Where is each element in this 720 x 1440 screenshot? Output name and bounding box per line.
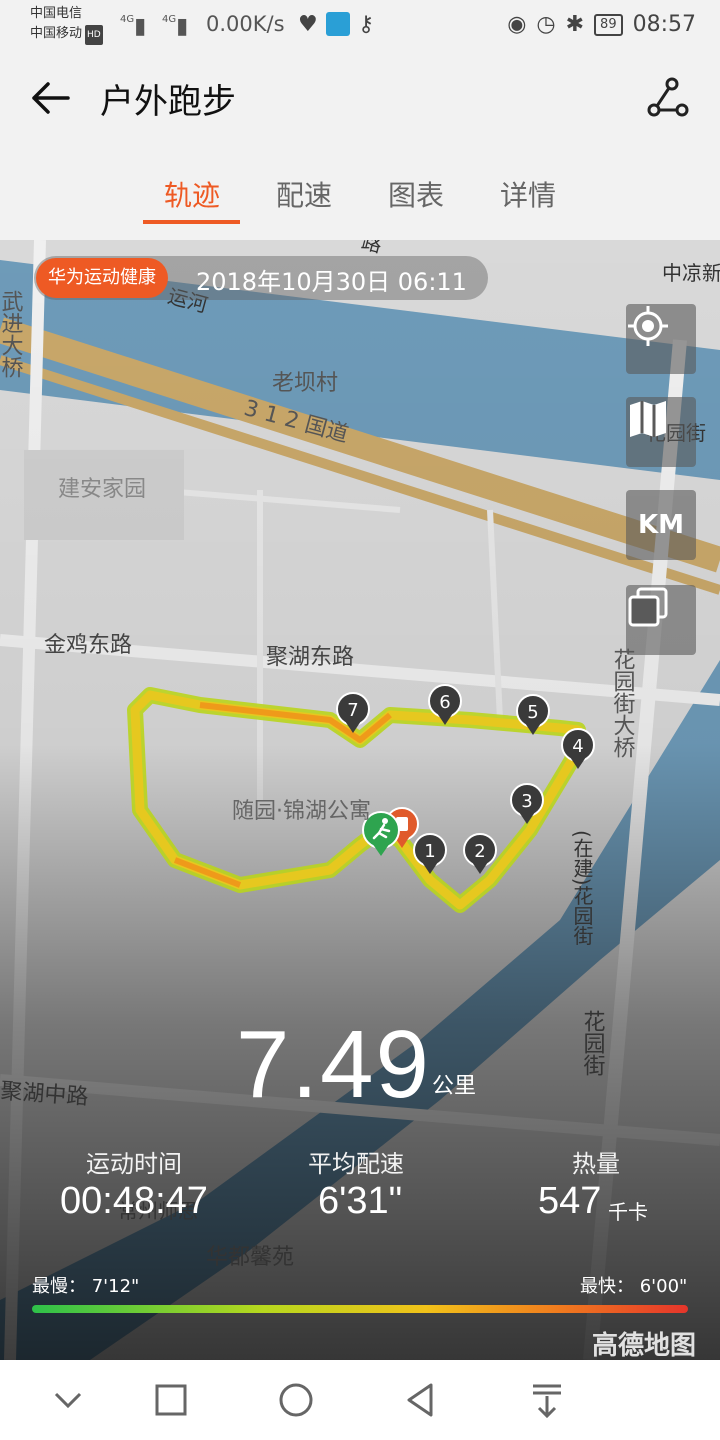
tab-pace[interactable]: 配速: [249, 174, 359, 214]
map-label: 聚湖东路: [266, 645, 354, 670]
battery-icon: 89: [594, 13, 623, 36]
layers-icon: [628, 587, 668, 627]
map-label: 中凉新 7期B: [662, 261, 720, 285]
duration-label: 运动时间: [86, 1150, 182, 1178]
system-nav-bar: [0, 1360, 720, 1440]
signal-icon: 4G▮: [120, 14, 147, 39]
carrier-1: 中国电信: [30, 6, 83, 21]
pace-label: 平均配速: [308, 1150, 404, 1178]
bluetooth-icon: ✱: [565, 12, 585, 37]
duration-value: 00:48:47: [60, 1180, 208, 1222]
svg-text:4: 4: [572, 736, 583, 757]
map-attribution: 高德地图: [592, 1331, 697, 1361]
tab-details[interactable]: 详情: [473, 174, 583, 214]
map-label: 武进大桥: [0, 290, 24, 378]
map-label: 花园街大桥: [610, 648, 636, 758]
slowest-pace: 最慢： 7'12": [32, 1272, 139, 1298]
app-header: 户外跑步: [0, 50, 720, 150]
map-icon: [630, 401, 666, 437]
map-type-button[interactable]: [626, 397, 696, 467]
network-speed: 0.00K/s: [206, 12, 285, 36]
back-arrow-icon[interactable]: [28, 76, 72, 120]
carrier-2: 中国移动: [30, 26, 83, 41]
km-toggle-button[interactable]: KM: [626, 490, 696, 560]
map-label: 华都馨苑: [206, 1245, 294, 1270]
svg-text:7: 7: [347, 700, 358, 721]
heart-icon: ♥: [298, 12, 318, 37]
slowest-label: 最慢：: [32, 1276, 86, 1297]
app-icon: [326, 12, 350, 36]
signal-icon: 4G▮: [162, 14, 189, 39]
map-label: 建安家园: [58, 477, 146, 502]
map-label: 随园·锦湖公寓: [232, 799, 371, 824]
locate-button[interactable]: [626, 304, 696, 374]
svg-text:2: 2: [474, 841, 485, 862]
back-icon[interactable]: [399, 1378, 443, 1422]
calorie-unit: 千卡: [608, 1200, 648, 1224]
carrier-info: 中国电信 中国移动 HD: [30, 4, 103, 45]
fastest-label: 最快：: [580, 1276, 634, 1297]
distance-unit: 公里: [432, 1074, 477, 1099]
status-right: ◉ ◷ ✱ 89 08:57: [507, 12, 696, 37]
svg-text:1: 1: [424, 841, 435, 862]
distance-value: 7.49: [236, 1011, 431, 1118]
route-icon[interactable]: [646, 76, 690, 120]
tab-track[interactable]: 轨迹: [137, 174, 247, 214]
slowest-value: 7'12": [91, 1276, 140, 1297]
svg-text:5: 5: [527, 702, 538, 723]
tab-chart[interactable]: 图表: [361, 174, 471, 214]
activity-datetime: 2018年10月30日 06:11: [196, 268, 467, 296]
map-label: 金鸡东路: [44, 633, 132, 658]
fastest-value: 6'00": [639, 1276, 688, 1297]
clock: 08:57: [632, 12, 696, 37]
eye-icon: ◉: [507, 12, 527, 37]
map-label: 老坝村: [272, 371, 338, 396]
tab-indicator: [143, 220, 240, 224]
key-icon: ⚷: [358, 12, 375, 37]
svg-text:3: 3: [521, 791, 532, 812]
locate-icon: [628, 306, 668, 346]
chevron-down-icon[interactable]: [46, 1378, 90, 1422]
notification-pull-icon[interactable]: [525, 1378, 569, 1422]
activity-banner: 华为运动健康 2018年10月30日 06:11: [34, 256, 488, 300]
calorie-value: 547: [538, 1180, 602, 1222]
tab-bar: 轨迹 配速 图表 详情: [0, 150, 720, 240]
pace-gradient-bar: [32, 1305, 688, 1313]
map-label: (在建)花园街: [570, 830, 594, 946]
pace-value: 6'31": [318, 1180, 403, 1222]
map-label: 花园街: [580, 1010, 606, 1076]
svg-text:6: 6: [439, 692, 450, 713]
brand-badge[interactable]: 华为运动健康: [36, 258, 168, 298]
layers-button[interactable]: [626, 585, 696, 655]
recents-icon[interactable]: [149, 1378, 193, 1422]
page-title: 户外跑步: [100, 82, 236, 122]
alarm-icon: ◷: [536, 12, 556, 37]
fastest-pace: 最快： 6'00": [580, 1272, 687, 1298]
status-bar: 中国电信 中国移动 HD 4G▮ 4G▮ 0.00K/s ♥ ⚷ ◉ ◷ ✱ 89…: [0, 0, 720, 50]
hd-badge: HD: [85, 25, 103, 45]
home-icon[interactable]: [274, 1378, 318, 1422]
calorie-label: 热量: [572, 1150, 620, 1178]
